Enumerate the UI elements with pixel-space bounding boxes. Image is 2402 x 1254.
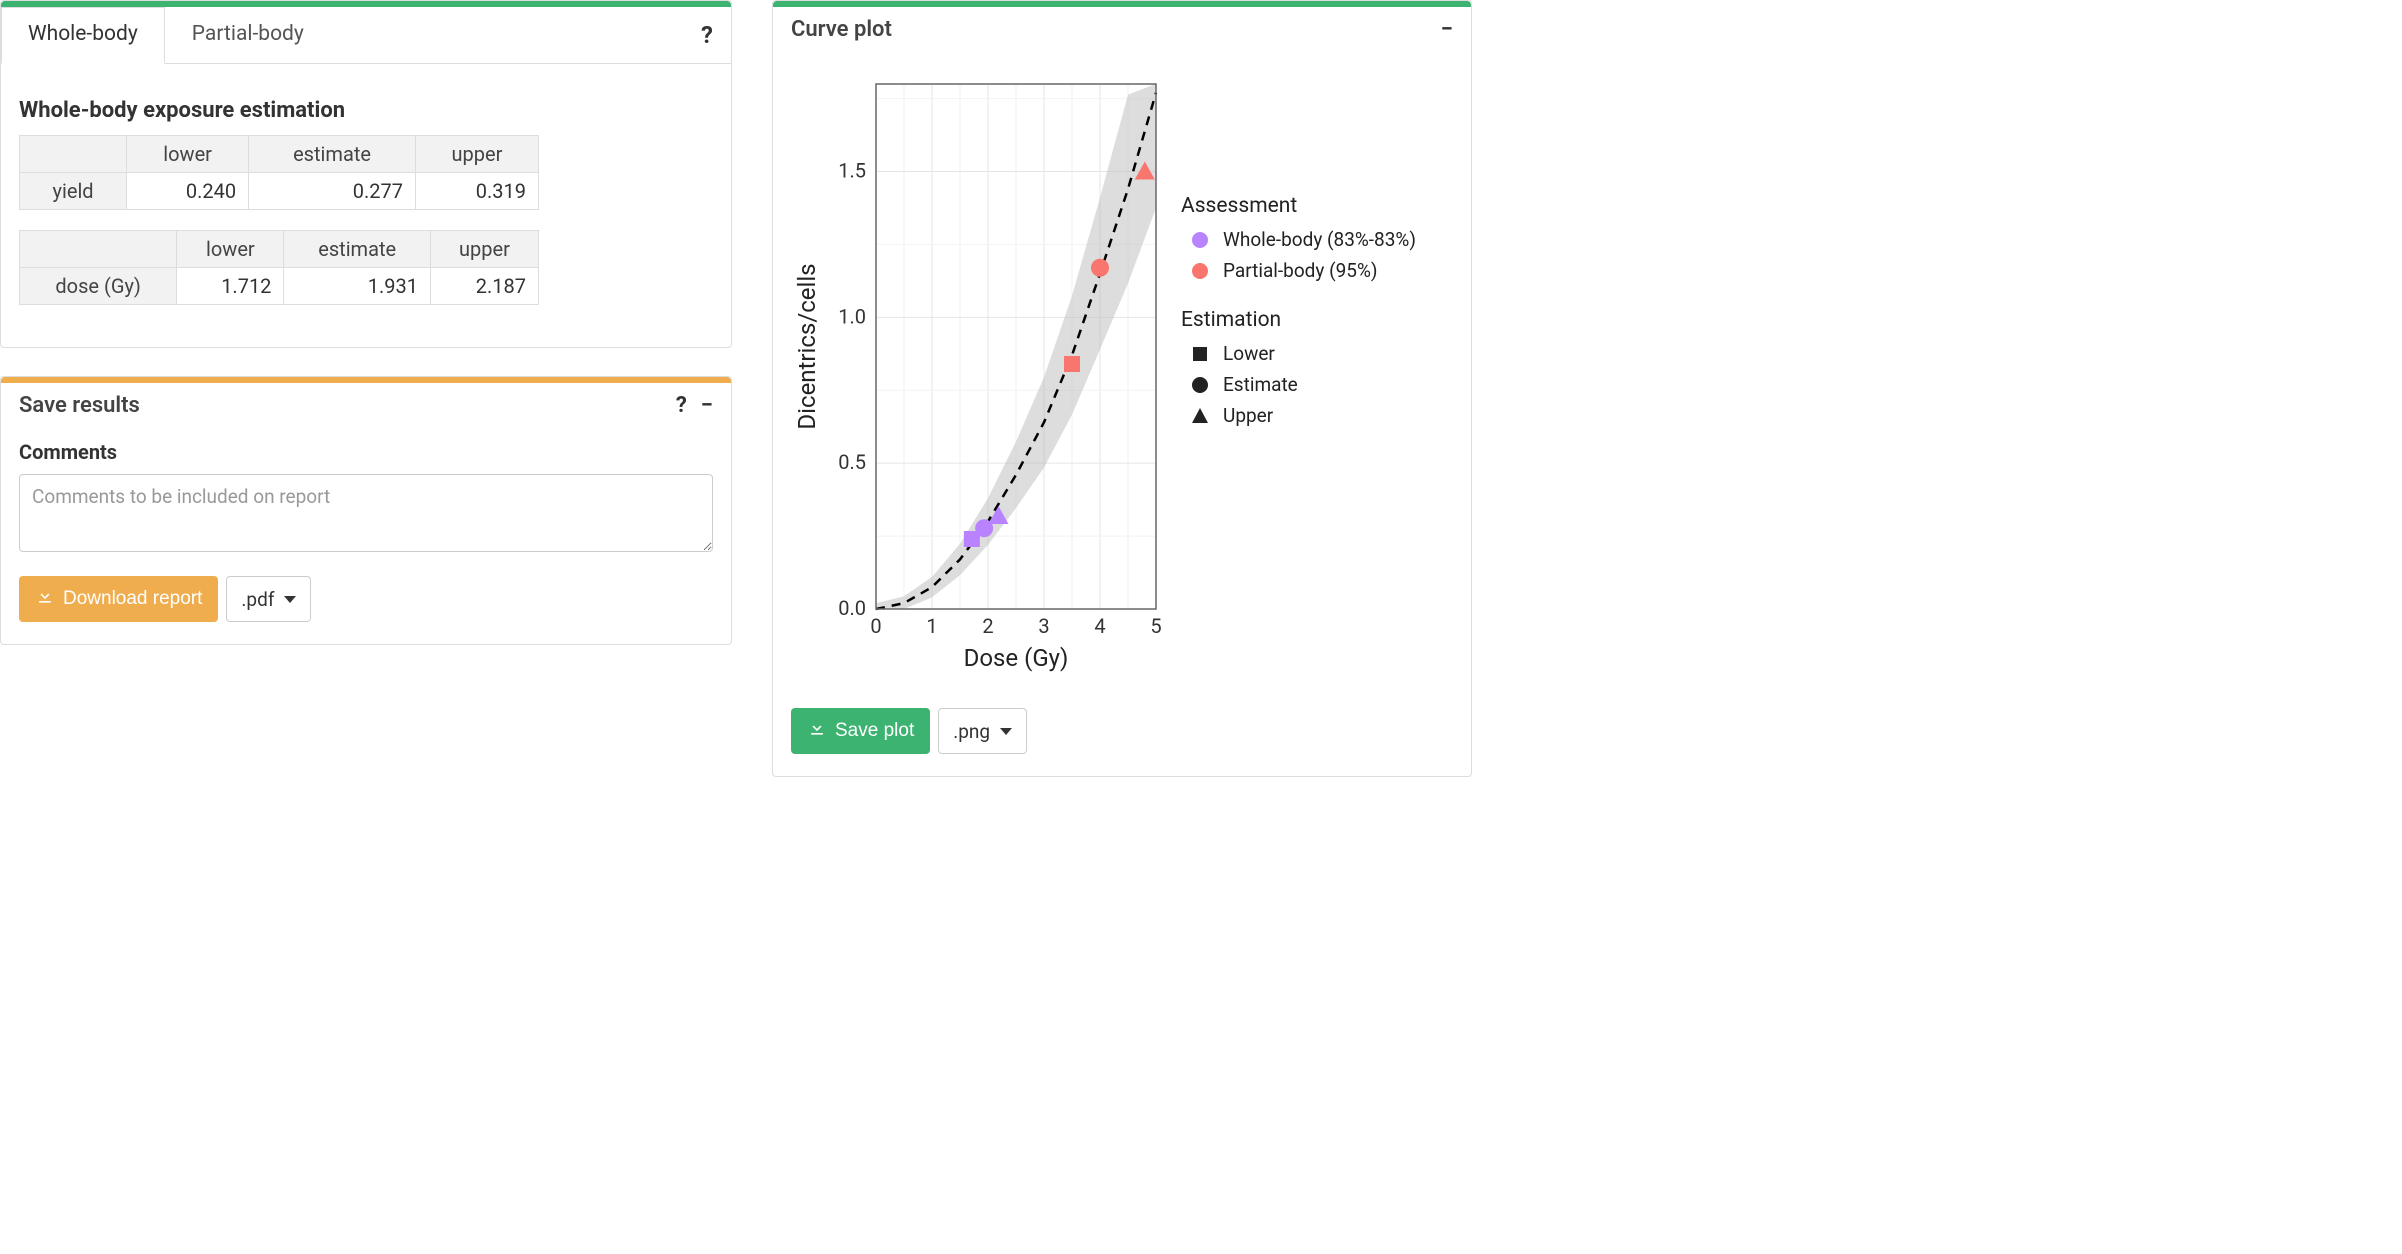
blank-header bbox=[20, 231, 177, 268]
svg-text:0.5: 0.5 bbox=[838, 450, 866, 474]
circle-icon bbox=[1191, 231, 1209, 249]
panel-title-save: Save results bbox=[19, 393, 140, 418]
svg-text:1: 1 bbox=[926, 614, 937, 638]
svg-text:3: 3 bbox=[1038, 614, 1049, 638]
dose-lower: 1.712 bbox=[177, 268, 284, 305]
tab-partial-body[interactable]: Partial-body bbox=[165, 7, 331, 64]
curve-plot-panel: Curve plot − 0 1 2 3 4 5 0.0 0.5 1.0 1.5 Dose (Gy)… bbox=[772, 0, 1472, 777]
download-icon bbox=[35, 586, 55, 612]
legend-item-estimate: Estimate bbox=[1191, 373, 1416, 396]
curve-plot-chart: 0 1 2 3 4 5 0.0 0.5 1.0 1.5 Dose (Gy) Dicentrics/ce… bbox=[791, 64, 1171, 688]
dose-table: lower estimate upper dose (Gy) 1.712 1.9… bbox=[19, 230, 539, 305]
chevron-down-icon bbox=[1000, 728, 1012, 735]
yield-upper: 0.319 bbox=[415, 173, 538, 210]
circle-icon bbox=[1191, 376, 1209, 394]
help-icon[interactable]: ? bbox=[683, 7, 731, 63]
svg-text:0: 0 bbox=[870, 614, 881, 638]
col-header-estimate: estimate bbox=[284, 231, 431, 268]
dose-estimate: 1.931 bbox=[284, 268, 431, 305]
col-header-estimate: estimate bbox=[249, 136, 416, 173]
section-title-estimation: Whole-body exposure estimation bbox=[19, 98, 713, 123]
table-row: dose (Gy) 1.712 1.931 2.187 bbox=[20, 268, 539, 305]
panel-title-curve: Curve plot bbox=[791, 17, 892, 42]
collapse-icon[interactable]: − bbox=[701, 395, 713, 417]
download-icon bbox=[807, 718, 827, 744]
save-results-panel: Save results ? − Comments Download repor… bbox=[0, 376, 732, 645]
svg-text:1.5: 1.5 bbox=[838, 159, 866, 183]
legend-item-whole: Whole-body (83%-83%) bbox=[1191, 228, 1416, 251]
legend-item-partial: Partial-body (95%) bbox=[1191, 259, 1416, 282]
legend-upper-label: Upper bbox=[1223, 404, 1273, 427]
legend-estimate-label: Estimate bbox=[1223, 373, 1298, 396]
triangle-icon bbox=[1191, 407, 1209, 425]
dose-upper: 2.187 bbox=[430, 268, 538, 305]
legend-lower-label: Lower bbox=[1223, 342, 1275, 365]
svg-text:Dicentrics/cells: Dicentrics/cells bbox=[793, 263, 821, 429]
collapse-icon[interactable]: − bbox=[1441, 19, 1453, 41]
circle-icon bbox=[1191, 262, 1209, 280]
legend-whole-label: Whole-body (83%-83%) bbox=[1223, 228, 1416, 251]
download-report-label: Download report bbox=[63, 588, 202, 610]
chart-legend: Assessment Whole-body (83%-83%) Partial-… bbox=[1181, 64, 1416, 453]
plot-format-select[interactable]: .png bbox=[938, 708, 1027, 754]
help-icon[interactable]: ? bbox=[676, 395, 687, 417]
svg-text:5: 5 bbox=[1150, 614, 1161, 638]
yield-lower: 0.240 bbox=[127, 173, 249, 210]
legend-partial-label: Partial-body (95%) bbox=[1223, 259, 1377, 282]
svg-text:1.0: 1.0 bbox=[838, 304, 866, 328]
svg-text:4: 4 bbox=[1094, 614, 1105, 638]
table-row: yield 0.240 0.277 0.319 bbox=[20, 173, 539, 210]
plot-format-value: .png bbox=[953, 720, 990, 743]
report-format-select[interactable]: .pdf bbox=[226, 576, 311, 622]
yield-table: lower estimate upper yield 0.240 0.277 0… bbox=[19, 135, 539, 210]
save-plot-button[interactable]: Save plot bbox=[791, 708, 930, 754]
legend-estimation-title: Estimation bbox=[1181, 308, 1416, 332]
legend-item-lower: Lower bbox=[1191, 342, 1416, 365]
report-format-value: .pdf bbox=[241, 588, 274, 611]
comments-label: Comments bbox=[19, 440, 713, 464]
col-header-upper: upper bbox=[415, 136, 538, 173]
col-header-lower: lower bbox=[127, 136, 249, 173]
chevron-down-icon bbox=[284, 596, 296, 603]
svg-text:0.0: 0.0 bbox=[838, 596, 866, 620]
blank-header bbox=[20, 136, 127, 173]
col-header-upper: upper bbox=[430, 231, 538, 268]
tab-whole-body[interactable]: Whole-body bbox=[1, 7, 165, 64]
download-report-button[interactable]: Download report bbox=[19, 576, 218, 622]
legend-assessment-title: Assessment bbox=[1181, 194, 1416, 218]
row-label-dose: dose (Gy) bbox=[20, 268, 177, 305]
exposure-panel: Whole-body Partial-body ? Whole-body exp… bbox=[0, 0, 732, 348]
exposure-tabs: Whole-body Partial-body ? bbox=[1, 7, 731, 64]
yield-estimate: 0.277 bbox=[249, 173, 416, 210]
row-label-yield: yield bbox=[20, 173, 127, 210]
legend-item-upper: Upper bbox=[1191, 404, 1416, 427]
svg-text:Dose (Gy): Dose (Gy) bbox=[964, 644, 1069, 672]
col-header-lower: lower bbox=[177, 231, 284, 268]
svg-text:2: 2 bbox=[982, 614, 993, 638]
square-icon bbox=[1191, 345, 1209, 363]
save-plot-label: Save plot bbox=[835, 720, 914, 742]
comments-input[interactable] bbox=[19, 474, 713, 552]
